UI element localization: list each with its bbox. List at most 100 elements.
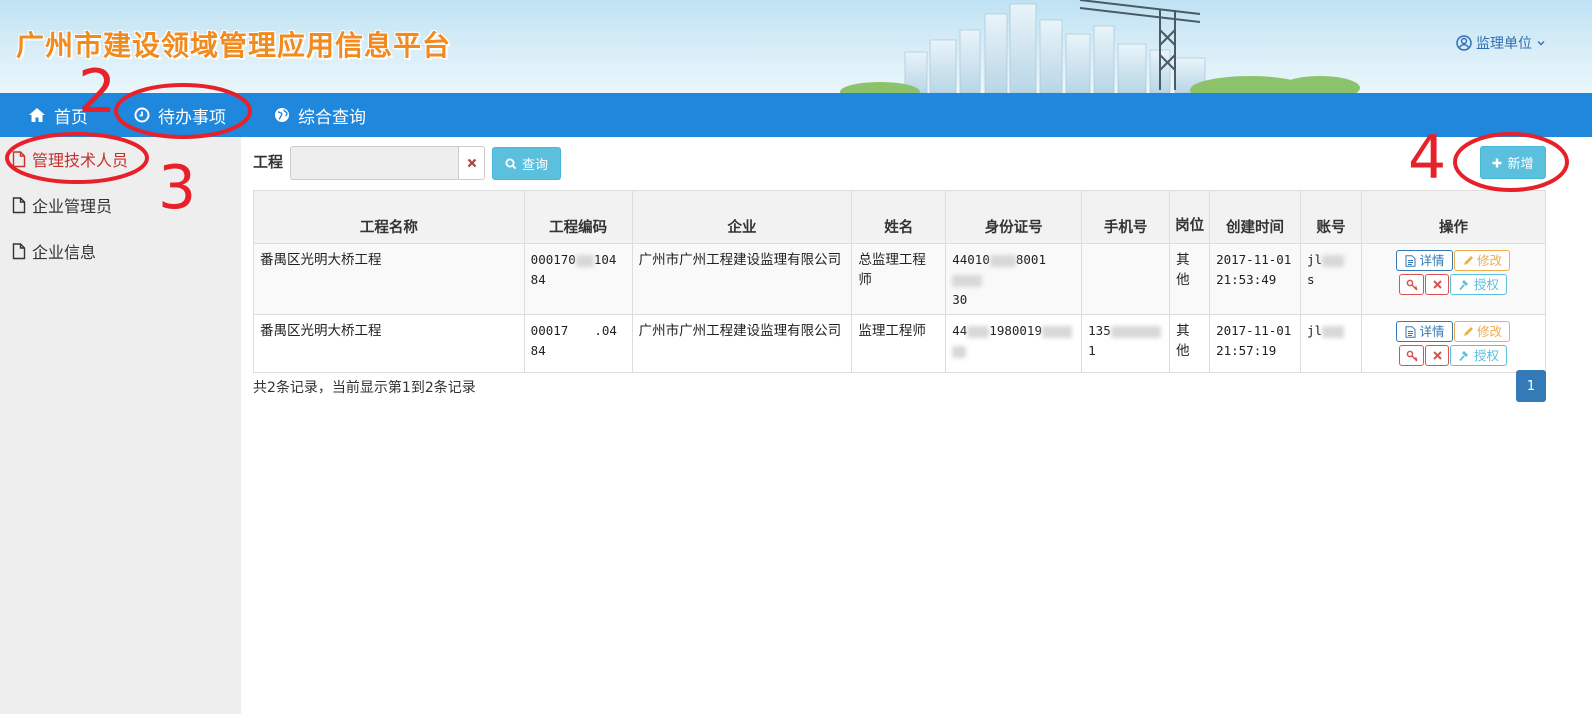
cell-post: 其他 xyxy=(1169,314,1211,373)
edit-label: 修改 xyxy=(1476,323,1502,339)
code-part: 00017 xyxy=(530,323,569,338)
id-part: 8001 xyxy=(1015,252,1046,267)
sidebar-item-tech-staff[interactable]: 管理技术人员 xyxy=(12,147,128,171)
nav-item-label: 待办事项 xyxy=(158,107,226,128)
file-icon xyxy=(12,242,26,259)
cell-code: 000170 104 84 xyxy=(523,243,633,315)
cell-code: 00017 .04 84 xyxy=(523,314,633,373)
user-menu-label: 监理单位 xyxy=(1476,36,1532,52)
delete-button[interactable] xyxy=(1425,345,1450,366)
add-button-label: 新增 xyxy=(1507,157,1534,172)
delete-button[interactable] xyxy=(1425,274,1450,295)
code-part: 84 xyxy=(530,272,546,287)
cell-name: 监理工程师 xyxy=(851,314,947,373)
cell-phone: 135 1 xyxy=(1081,314,1171,373)
file-icon xyxy=(12,196,26,213)
sidebar-item-label: 企业管理员 xyxy=(32,197,113,216)
cell-company: 广州市广州工程建设监理有限公司 xyxy=(631,314,853,373)
column-header[interactable]: 岗位 xyxy=(1169,190,1211,244)
column-header[interactable]: 身份证号 xyxy=(945,190,1083,244)
account-part: jl xyxy=(1307,252,1323,267)
account-part: s xyxy=(1307,272,1315,287)
detail-button[interactable]: 详情 xyxy=(1396,321,1454,342)
cell-phone xyxy=(1081,243,1171,315)
reset-password-button[interactable] xyxy=(1399,345,1425,366)
column-header[interactable]: 企业 xyxy=(631,190,853,244)
authorize-button[interactable]: 授权 xyxy=(1450,274,1508,295)
code-part: 104 xyxy=(593,252,617,267)
reset-password-button[interactable] xyxy=(1399,274,1425,295)
globe-icon xyxy=(275,108,289,122)
cell-ops: 详情 修改 授权 xyxy=(1360,243,1547,315)
plus-icon xyxy=(1492,158,1502,167)
search-icon xyxy=(505,158,517,169)
cell-id-number: 44 1980019 xyxy=(945,314,1083,373)
id-part: 44 xyxy=(952,323,968,338)
annotation-number: 4 xyxy=(1408,123,1447,193)
authorize-button[interactable]: 授权 xyxy=(1450,345,1508,366)
query-button-label: 查询 xyxy=(521,158,548,173)
main-navbar: 首页 待办事项 综合查询 xyxy=(0,93,1592,137)
close-icon xyxy=(1433,351,1442,360)
pencil-icon xyxy=(1463,327,1473,336)
record-summary: 共2条记录，当前显示第1到2条记录 xyxy=(253,380,476,396)
cell-ops: 详情 修改 授权 xyxy=(1360,314,1547,373)
code-part: 84 xyxy=(530,343,546,358)
document-icon xyxy=(1405,254,1416,267)
nav-item-label: 综合查询 xyxy=(298,107,366,128)
clear-search-button[interactable] xyxy=(458,146,485,180)
document-icon xyxy=(1405,325,1416,338)
sidebar-item-label: 企业信息 xyxy=(32,243,97,262)
cell-post: 其他 xyxy=(1169,243,1211,315)
authorize-label: 授权 xyxy=(1473,347,1499,363)
gavel-icon xyxy=(1459,279,1468,290)
detail-button[interactable]: 详情 xyxy=(1396,250,1454,271)
account-part: jl xyxy=(1307,323,1323,338)
key-icon xyxy=(1406,350,1418,362)
close-icon xyxy=(467,158,476,168)
table-row: 番禺区光明大桥工程 00017 .04 84 广州市广州工程建设监理有限公司 监理工… xyxy=(253,314,1547,373)
cell-project: 番禺区光明大桥工程 xyxy=(253,243,525,315)
add-button[interactable]: 新增 xyxy=(1480,146,1546,179)
cell-id-number: 44010 8001 30 xyxy=(945,243,1083,315)
pagination-page-1[interactable]: 1 xyxy=(1516,370,1546,402)
user-circle-icon xyxy=(1456,35,1472,51)
column-header[interactable]: 工程名称 xyxy=(253,190,525,244)
nav-item-query[interactable]: 综合查询 xyxy=(274,93,366,137)
phone-part: 135 xyxy=(1088,323,1111,338)
sidebar-item-label: 管理技术人员 xyxy=(32,151,129,170)
id-part: 30 xyxy=(952,292,968,307)
column-header[interactable]: 工程编码 xyxy=(523,190,633,244)
cell-account: jl xyxy=(1300,314,1362,373)
sidebar-item-company-info[interactable]: 企业信息 xyxy=(12,239,96,263)
column-header[interactable]: 账号 xyxy=(1300,190,1362,244)
cell-project: 番禺区光明大桥工程 xyxy=(253,314,525,373)
annotation-number: 3 xyxy=(158,153,197,223)
sidebar-item-admin[interactable]: 企业管理员 xyxy=(12,193,112,217)
query-button[interactable]: 查询 xyxy=(492,147,561,180)
file-icon xyxy=(12,150,26,167)
search-label: 工程 xyxy=(253,153,284,171)
staff-table: 工程名称 工程编码 企业 姓名 身份证号 手机号 岗位 创建时间 账号 操作 番… xyxy=(253,190,1547,373)
code-part: .04 xyxy=(594,323,617,338)
column-header[interactable]: 手机号 xyxy=(1081,190,1171,244)
annotation-number: 2 xyxy=(78,57,117,127)
column-header[interactable]: 创建时间 xyxy=(1209,190,1302,244)
user-menu[interactable]: 监理单位 xyxy=(1456,33,1546,53)
id-part: 44010 xyxy=(952,252,990,267)
detail-label: 详情 xyxy=(1419,252,1445,268)
cell-created: 2017-11-01 21:53:49 xyxy=(1209,243,1302,315)
gavel-icon xyxy=(1459,350,1468,361)
close-icon xyxy=(1433,280,1442,289)
project-search-input[interactable] xyxy=(290,146,458,180)
key-icon xyxy=(1406,279,1418,291)
edit-button[interactable]: 修改 xyxy=(1454,321,1511,342)
nav-item-todo[interactable]: 待办事项 xyxy=(134,93,226,137)
edit-button[interactable]: 修改 xyxy=(1454,250,1511,271)
authorize-label: 授权 xyxy=(1473,276,1499,292)
edit-label: 修改 xyxy=(1476,252,1502,268)
cell-name: 总监理工程师 xyxy=(851,243,947,315)
column-header[interactable]: 姓名 xyxy=(851,190,947,244)
column-header: 操作 xyxy=(1360,190,1547,244)
pencil-icon xyxy=(1463,256,1473,265)
